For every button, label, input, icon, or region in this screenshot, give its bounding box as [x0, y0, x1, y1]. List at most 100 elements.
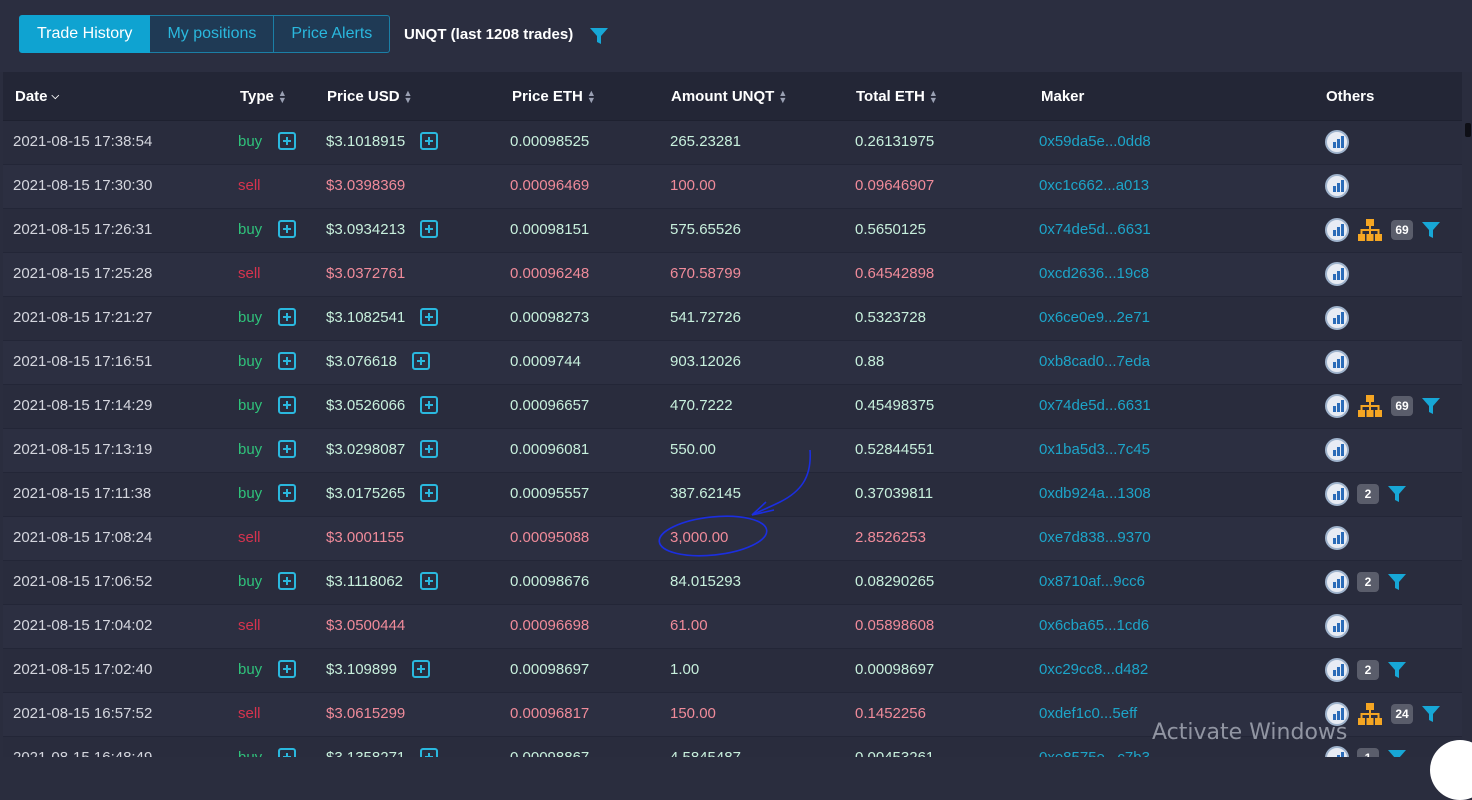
maker-address-link[interactable]: 0x6ce0e9...2e71 — [1039, 309, 1150, 326]
tab-price-alerts[interactable]: Price Alerts — [274, 15, 391, 53]
chart-coin-icon[interactable] — [1325, 306, 1349, 330]
trade-date: 2021-08-15 17:06:52 — [13, 573, 153, 590]
maker-address-link[interactable]: 0x74de5d...6631 — [1039, 221, 1151, 238]
chart-coin-icon[interactable] — [1325, 130, 1349, 154]
count-badge[interactable]: 2 — [1357, 572, 1379, 592]
column-total-eth[interactable]: Total ETH ▲ ▼ — [856, 88, 938, 105]
add-icon[interactable] — [420, 308, 438, 326]
maker-address-link[interactable]: 0xdef1c0...5eff — [1039, 705, 1137, 722]
tab-my-positions[interactable]: My positions — [150, 15, 275, 53]
column-amount[interactable]: Amount UNQT ▲ ▼ — [671, 88, 787, 105]
chart-coin-icon[interactable] — [1325, 570, 1349, 594]
maker-address-link[interactable]: 0x74de5d...6631 — [1039, 397, 1151, 414]
price-eth: 0.00096469 — [510, 177, 590, 194]
filter-icon[interactable] — [1387, 748, 1407, 757]
scrollbar[interactable] — [1465, 123, 1471, 137]
table-row: 2021-08-15 17:13:19 buy $3.0298087 0.000960… — [3, 429, 1462, 473]
hierarchy-icon[interactable] — [1357, 218, 1383, 242]
maker-address-link[interactable]: 0x8710af...9cc6 — [1039, 573, 1145, 590]
price-eth: 0.00096817 — [510, 705, 590, 722]
filter-icon[interactable] — [1387, 484, 1407, 504]
chart-coin-icon[interactable] — [1325, 350, 1349, 374]
maker-address-link[interactable]: 0x59da5e...0dd8 — [1039, 133, 1151, 150]
table-row: 2021-08-15 17:06:52 buy $3.1118062 0.000986… — [3, 561, 1462, 605]
add-icon[interactable] — [420, 572, 438, 590]
chart-coin-icon[interactable] — [1325, 438, 1349, 462]
others-cell — [1325, 174, 1349, 198]
column-maker-label: Maker — [1041, 88, 1085, 105]
total-eth: 0.09646907 — [855, 177, 935, 194]
tab-trade-history[interactable]: Trade History — [19, 15, 151, 53]
count-badge[interactable]: 1 — [1357, 748, 1379, 757]
add-icon[interactable] — [412, 352, 430, 370]
add-icon[interactable] — [278, 308, 296, 326]
column-type[interactable]: Type ▲ ▼ — [240, 88, 287, 105]
add-icon[interactable] — [420, 440, 438, 458]
add-icon[interactable] — [278, 132, 296, 150]
filter-icon[interactable] — [1421, 396, 1441, 416]
column-price-usd[interactable]: Price USD ▲ ▼ — [327, 88, 412, 105]
filter-icon[interactable] — [1387, 660, 1407, 680]
add-icon[interactable] — [278, 220, 296, 238]
filter-icon[interactable] — [1387, 572, 1407, 592]
column-date[interactable]: Date ⌵ — [15, 88, 59, 105]
price-usd: $3.0934213 — [326, 221, 406, 238]
price-usd: $3.0615299 — [326, 705, 406, 722]
others-cell — [1325, 526, 1349, 550]
trade-date: 2021-08-15 17:38:54 — [13, 133, 153, 150]
chart-coin-icon[interactable] — [1325, 526, 1349, 550]
chart-coin-icon[interactable] — [1325, 394, 1349, 418]
maker-address-link[interactable]: 0xc29cc8...d482 — [1039, 661, 1148, 678]
price-eth: 0.00096081 — [510, 441, 590, 458]
count-badge[interactable]: 69 — [1391, 220, 1413, 240]
chart-coin-icon[interactable] — [1325, 746, 1349, 757]
maker-address-link[interactable]: 0xb8cad0...7eda — [1039, 353, 1150, 370]
hierarchy-icon[interactable] — [1357, 702, 1383, 726]
add-icon[interactable] — [278, 352, 296, 370]
chart-coin-icon[interactable] — [1325, 614, 1349, 638]
maker-address-link[interactable]: 0xc1c662...a013 — [1039, 177, 1149, 194]
table-row: 2021-08-15 17:14:29 buy $3.0526066 0.000966… — [3, 385, 1462, 429]
count-badge[interactable]: 2 — [1357, 484, 1379, 504]
chart-coin-icon[interactable] — [1325, 482, 1349, 506]
filter-icon[interactable] — [1421, 220, 1441, 240]
add-icon[interactable] — [278, 572, 296, 590]
chart-coin-icon[interactable] — [1325, 658, 1349, 682]
maker-address-link[interactable]: 0xe7d838...9370 — [1039, 529, 1151, 546]
amount-unqt: 3,000.00 — [670, 529, 729, 546]
chart-coin-icon[interactable] — [1325, 262, 1349, 286]
add-icon[interactable] — [412, 660, 430, 678]
price-eth: 0.00096248 — [510, 265, 590, 282]
price-usd: $3.1018915 — [326, 133, 406, 150]
add-icon[interactable] — [278, 396, 296, 414]
maker-address-link[interactable]: 0xcd2636...19c8 — [1039, 265, 1149, 282]
add-icon[interactable] — [278, 660, 296, 678]
chart-coin-icon[interactable] — [1325, 218, 1349, 242]
add-icon[interactable] — [278, 484, 296, 502]
count-badge[interactable]: 2 — [1357, 660, 1379, 680]
filter-icon[interactable] — [589, 26, 609, 46]
maker-address-link[interactable]: 0x1ba5d3...7c45 — [1039, 441, 1150, 458]
count-badge[interactable]: 24 — [1391, 704, 1413, 724]
maker-address-link[interactable]: 0x6cba65...1cd6 — [1039, 617, 1149, 634]
add-icon[interactable] — [420, 132, 438, 150]
add-icon[interactable] — [420, 220, 438, 238]
add-icon[interactable] — [420, 396, 438, 414]
add-icon[interactable] — [278, 440, 296, 458]
column-price-usd-label: Price USD — [327, 88, 400, 105]
filter-icon[interactable] — [1421, 704, 1441, 724]
trade-type: buy — [238, 221, 263, 238]
add-icon[interactable] — [420, 484, 438, 502]
chart-coin-icon[interactable] — [1325, 174, 1349, 198]
maker-address-link[interactable]: 0xe8575e...c7b3 — [1039, 749, 1150, 757]
hierarchy-icon[interactable] — [1357, 394, 1383, 418]
trade-type: buy — [238, 397, 263, 414]
add-icon[interactable] — [420, 748, 438, 757]
add-icon[interactable] — [278, 748, 296, 757]
trade-type: sell — [238, 617, 261, 634]
column-price-eth[interactable]: Price ETH ▲ ▼ — [512, 88, 596, 105]
column-maker: Maker — [1041, 88, 1084, 105]
trade-date: 2021-08-15 17:25:28 — [13, 265, 153, 282]
maker-address-link[interactable]: 0xdb924a...1308 — [1039, 485, 1151, 502]
count-badge[interactable]: 69 — [1391, 396, 1413, 416]
